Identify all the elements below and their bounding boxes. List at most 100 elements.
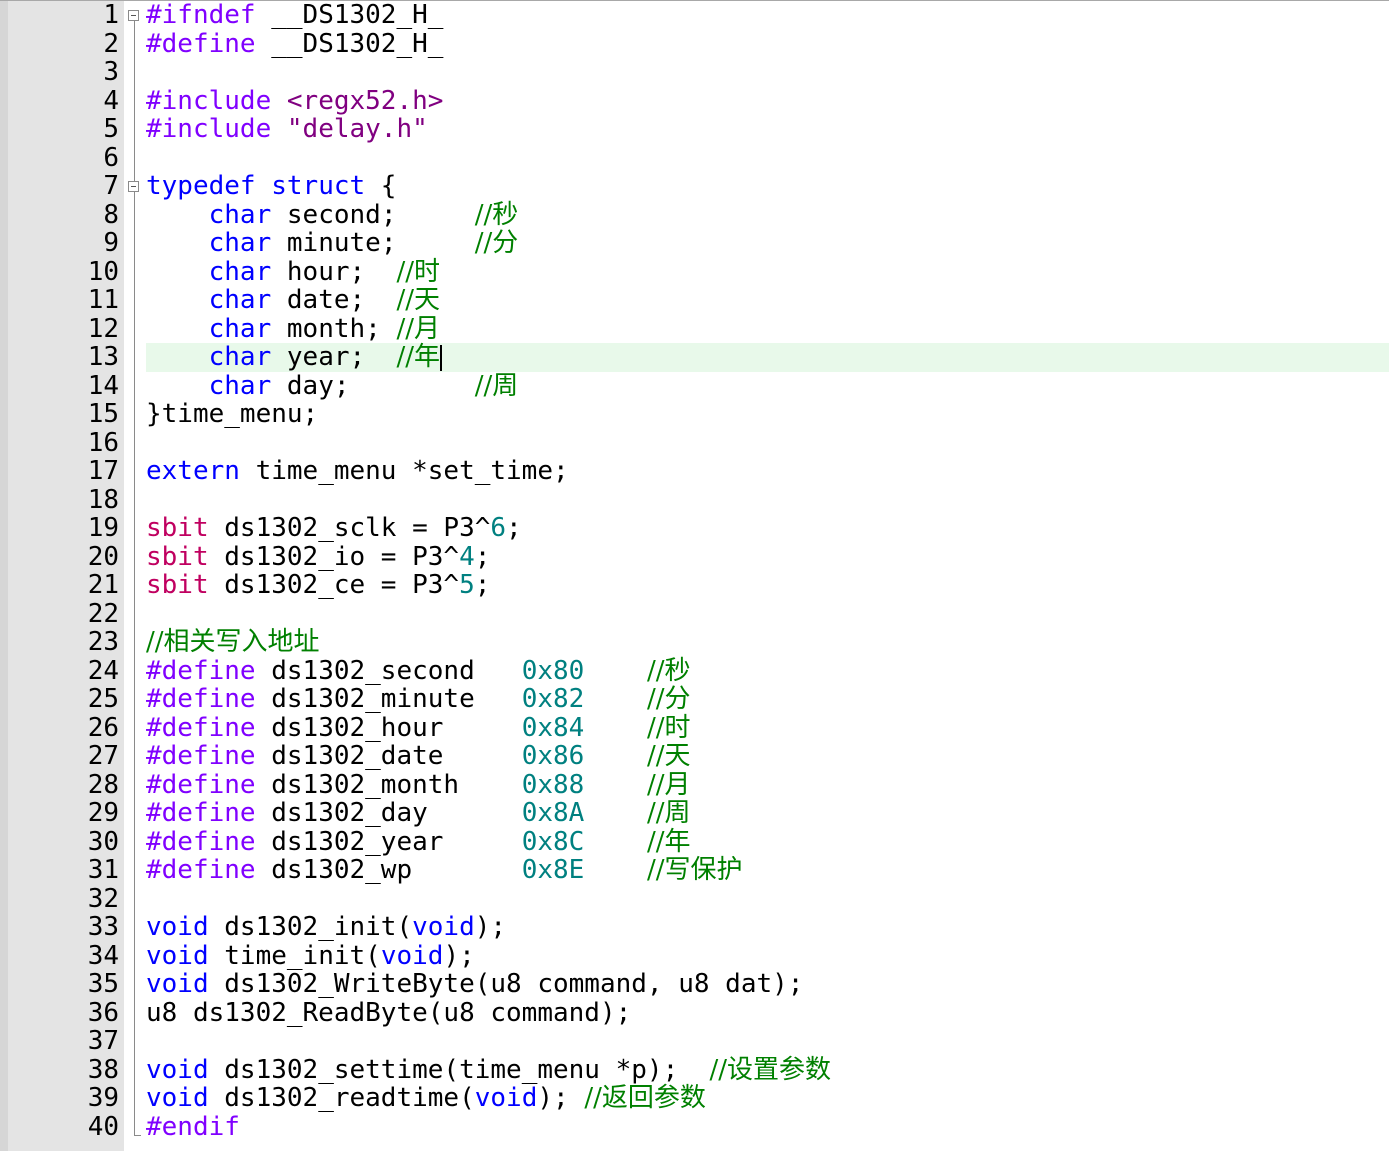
code-line[interactable]: 15}time_menu; bbox=[0, 400, 1389, 429]
line-code[interactable]: #include <regx52.h> bbox=[146, 86, 1389, 116]
line-code[interactable]: #ifndef __DS1302_H_ bbox=[146, 1, 1389, 30]
code-line[interactable]: 12 char month; //月 bbox=[0, 314, 1389, 344]
code-line[interactable]: 7 typedef struct { bbox=[0, 172, 1389, 201]
code-line[interactable]: 1 #ifndef __DS1302_H_ bbox=[0, 1, 1389, 30]
line-code[interactable]: #define ds1302_wp 0x8E //写保护 bbox=[146, 856, 1389, 885]
code-line[interactable]: 4 #include <regx52.h> bbox=[0, 85, 1389, 116]
code-editor[interactable]: 1 #ifndef __DS1302_H_ 2 #define __DS1302_H_… bbox=[0, 0, 1389, 1151]
line-code[interactable]: char second; //秒 bbox=[146, 199, 1389, 230]
code-line[interactable]: 33 void ds1302_init(void); bbox=[0, 913, 1389, 942]
line-code[interactable]: #define __DS1302_H_ bbox=[146, 29, 1389, 59]
code-token: ds1302_io = P3^ bbox=[208, 541, 460, 572]
line-code[interactable]: char day; //周 bbox=[146, 371, 1389, 401]
line-code[interactable] bbox=[146, 144, 1389, 173]
code-token: #define bbox=[146, 655, 256, 686]
line-code[interactable]: void ds1302_settime(time_menu *p); //设置参… bbox=[146, 1054, 1389, 1085]
code-token: year; bbox=[271, 342, 397, 372]
line-code[interactable] bbox=[146, 429, 1389, 458]
line-code[interactable]: u8 ds1302_ReadByte(u8 command); bbox=[146, 998, 1389, 1028]
line-code[interactable]: typedef struct { bbox=[146, 172, 1389, 201]
code-token: 0x82 bbox=[521, 684, 585, 714]
line-code[interactable]: char minute; //分 bbox=[146, 229, 1389, 258]
code-line[interactable]: 13 char year; //年 bbox=[0, 343, 1389, 372]
code-line[interactable]: 10 char hour; //时 bbox=[0, 257, 1389, 287]
line-code[interactable]: //相关写入地址 bbox=[146, 628, 1389, 657]
code-line[interactable]: 27 #define ds1302_date 0x86 //天 bbox=[0, 742, 1389, 771]
line-code[interactable]: char date; //天 bbox=[146, 286, 1389, 315]
line-code[interactable] bbox=[146, 885, 1389, 914]
line-code[interactable]: #define ds1302_date 0x86 //天 bbox=[146, 742, 1389, 771]
line-code[interactable]: void ds1302_readtime(void); //返回参数 bbox=[146, 1084, 1389, 1113]
code-line[interactable]: 18 bbox=[0, 485, 1389, 515]
code-line[interactable]: 3 bbox=[0, 58, 1389, 87]
code-line[interactable]: 28 #define ds1302_month 0x88 //月 bbox=[0, 770, 1389, 800]
code-token: void bbox=[146, 1083, 209, 1113]
line-number: 9 bbox=[103, 228, 119, 258]
code-line[interactable]: 17 extern time_menu *set_time; bbox=[0, 457, 1389, 486]
line-code[interactable]: #define ds1302_day 0x8A //周 bbox=[146, 799, 1389, 828]
code-token: 0x8C bbox=[521, 826, 585, 857]
code-token: ds1302_settime(time_menu *p); bbox=[208, 1054, 710, 1085]
line-number: 4 bbox=[103, 85, 119, 116]
line-code[interactable]: #include "delay.h" bbox=[146, 115, 1389, 144]
code-line[interactable]: 14 char day; //周 bbox=[0, 371, 1389, 401]
line-code[interactable]: void time_init(void); bbox=[146, 941, 1389, 971]
code-line[interactable]: 34 void time_init(void); bbox=[0, 941, 1389, 971]
code-line[interactable]: 36 u8 ds1302_ReadByte(u8 command); bbox=[0, 998, 1389, 1028]
code-line[interactable]: 38 void ds1302_settime(time_menu *p); //设… bbox=[0, 1054, 1389, 1085]
line-code[interactable]: void ds1302_WriteByte(u8 command, u8 dat… bbox=[146, 970, 1389, 999]
code-line[interactable]: 9 char minute; //分 bbox=[0, 229, 1389, 258]
code-token: ); bbox=[474, 912, 507, 942]
line-code[interactable] bbox=[146, 1027, 1389, 1056]
line-code[interactable]: char hour; //时 bbox=[146, 257, 1389, 287]
code-line[interactable]: 26 #define ds1302_hour 0x84 //时 bbox=[0, 713, 1389, 743]
code-line[interactable]: 24 #define ds1302_second 0x80 //秒 bbox=[0, 655, 1389, 686]
line-code[interactable]: #define ds1302_hour 0x84 //时 bbox=[146, 713, 1389, 743]
line-code[interactable]: sbit ds1302_sclk = P3^6; bbox=[146, 514, 1389, 543]
code-line[interactable]: 20 sbit ds1302_io = P3^4; bbox=[0, 541, 1389, 572]
code-line[interactable]: 16 bbox=[0, 428, 1389, 458]
code-token: //秒 bbox=[646, 655, 691, 686]
line-code[interactable]: #define ds1302_year 0x8C //年 bbox=[146, 826, 1389, 857]
line-code[interactable]: char year; //年 bbox=[146, 343, 1389, 372]
line-code[interactable]: #define ds1302_month 0x88 //月 bbox=[146, 770, 1389, 800]
line-code[interactable]: #endif bbox=[146, 1112, 1389, 1142]
line-code[interactable] bbox=[146, 600, 1389, 629]
code-line[interactable]: 2 #define __DS1302_H_ bbox=[0, 29, 1389, 59]
code-line[interactable]: 6 bbox=[0, 143, 1389, 173]
line-code[interactable] bbox=[146, 58, 1389, 87]
code-line[interactable]: 39 void ds1302_readtime(void); //返回参数 bbox=[0, 1084, 1389, 1113]
code-line[interactable]: 32 bbox=[0, 884, 1389, 914]
code-line[interactable]: 5 #include "delay.h" bbox=[0, 115, 1389, 144]
code-token: sbit bbox=[146, 513, 209, 543]
line-code[interactable] bbox=[146, 486, 1389, 515]
code-line[interactable]: 21 sbit ds1302_ce = P3^5; bbox=[0, 571, 1389, 600]
line-number: 40 bbox=[87, 1111, 119, 1142]
code-token: #define bbox=[146, 741, 256, 771]
code-line[interactable]: 30 #define ds1302_year 0x8C //年 bbox=[0, 826, 1389, 857]
code-line[interactable]: 29 #define ds1302_day 0x8A //周 bbox=[0, 799, 1389, 828]
code-token: char bbox=[208, 199, 272, 230]
code-line[interactable]: 8 char second; //秒 bbox=[0, 199, 1389, 230]
line-code[interactable]: extern time_menu *set_time; bbox=[146, 457, 1389, 486]
line-code[interactable]: sbit ds1302_io = P3^4; bbox=[146, 541, 1389, 572]
line-number: 29 bbox=[87, 798, 119, 828]
line-code[interactable]: #define ds1302_minute 0x82 //分 bbox=[146, 685, 1389, 714]
code-line[interactable]: 31 #define ds1302_wp 0x8E //写保护 bbox=[0, 856, 1389, 885]
code-line[interactable]: 37 bbox=[0, 1027, 1389, 1056]
line-code[interactable]: }time_menu; bbox=[146, 400, 1389, 429]
line-code[interactable]: sbit ds1302_ce = P3^5; bbox=[146, 571, 1389, 600]
code-line[interactable]: 23 //相关写入地址 bbox=[0, 628, 1389, 657]
line-code[interactable]: #define ds1302_second 0x80 //秒 bbox=[146, 655, 1389, 686]
code-line[interactable]: 22 bbox=[0, 599, 1389, 629]
code-token: ds1302_ce = P3^ bbox=[208, 570, 460, 600]
code-line[interactable]: 25 #define ds1302_minute 0x82 //分 bbox=[0, 685, 1389, 714]
code-line[interactable]: 40 #endif bbox=[0, 1111, 1389, 1142]
code-line[interactable]: 35 void ds1302_WriteByte(u8 command, u8 d… bbox=[0, 970, 1389, 999]
line-code[interactable]: void ds1302_init(void); bbox=[146, 913, 1389, 942]
code-line[interactable]: 11 char date; //天 bbox=[0, 286, 1389, 315]
line-code[interactable]: char month; //月 bbox=[146, 314, 1389, 344]
code-line[interactable]: 19 sbit ds1302_sclk = P3^6; bbox=[0, 514, 1389, 543]
